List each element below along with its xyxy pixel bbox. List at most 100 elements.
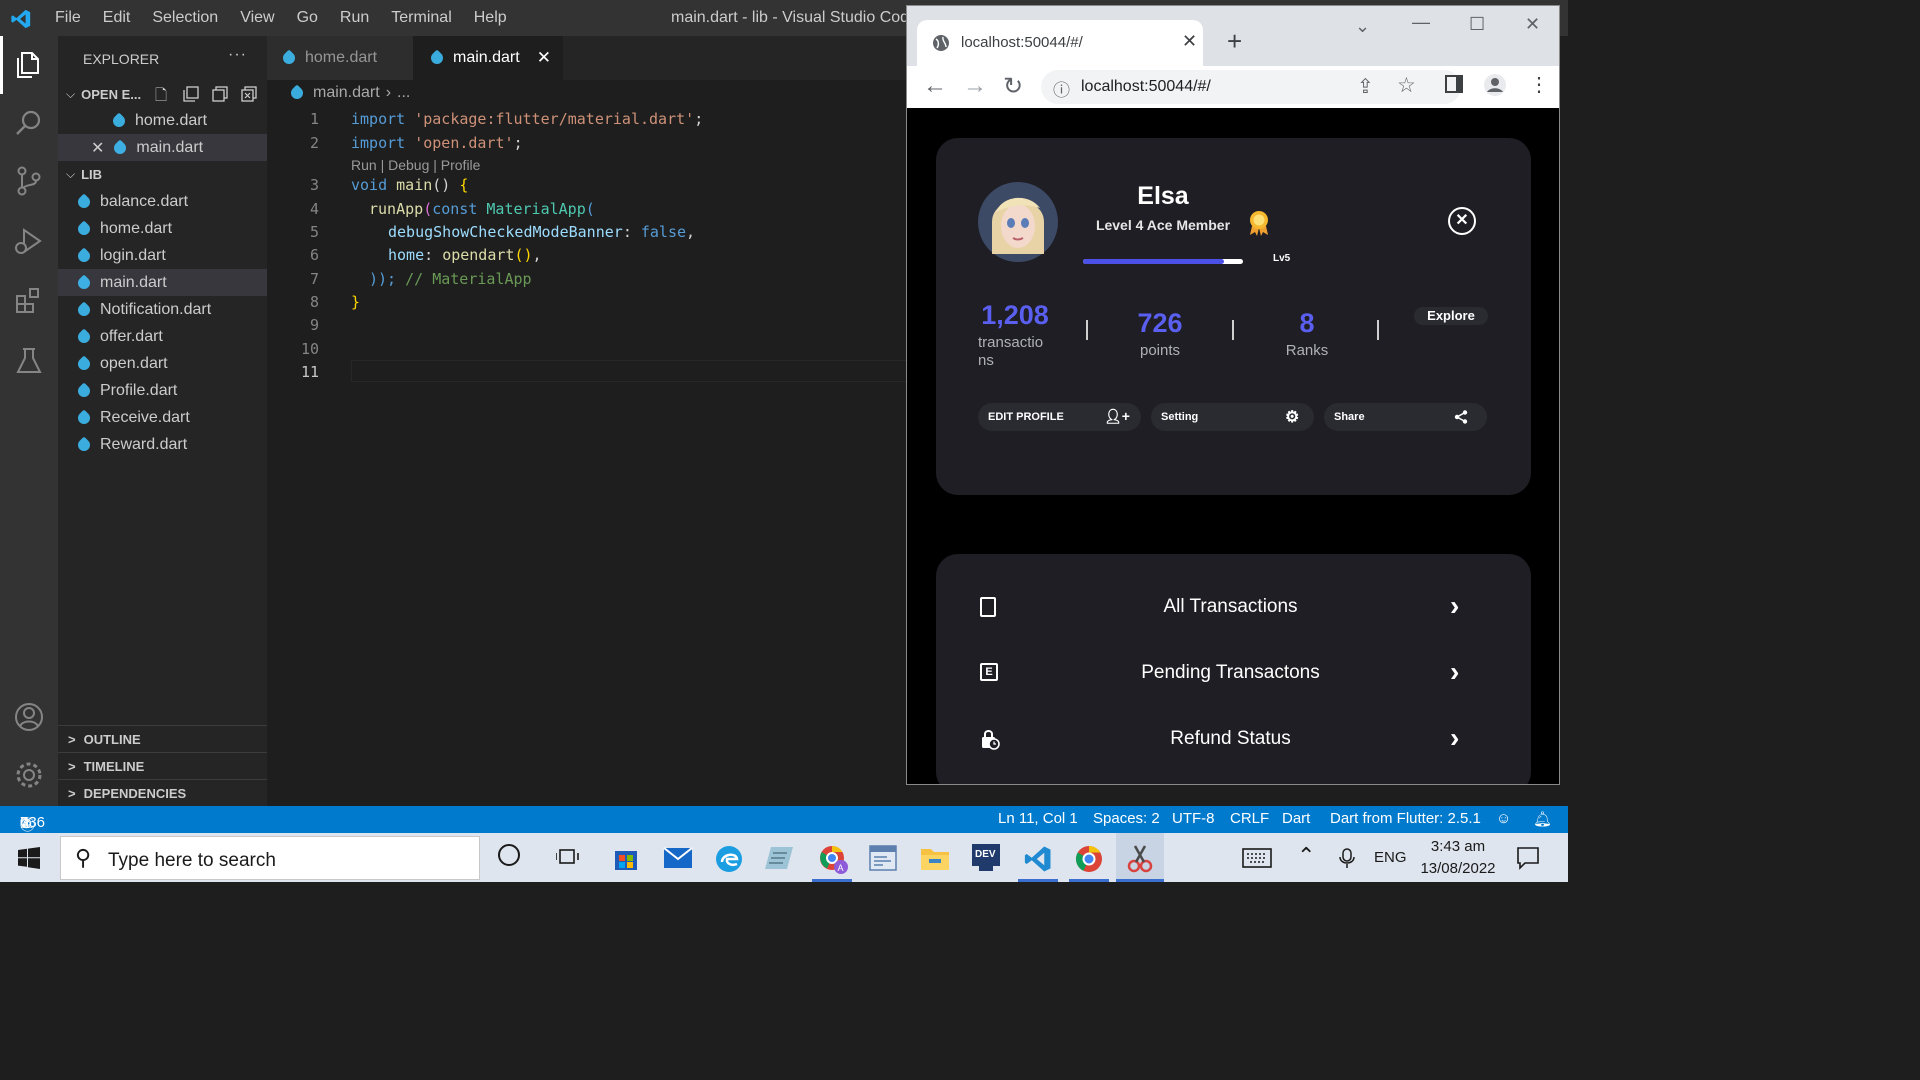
control-panel-icon[interactable] xyxy=(869,845,897,871)
explorer-icon[interactable] xyxy=(12,48,46,82)
menu-file[interactable]: File xyxy=(44,9,92,27)
file-item[interactable]: Profile.dart xyxy=(75,377,258,404)
breadcrumb-file[interactable]: main.dart xyxy=(313,84,380,102)
explore-button[interactable]: Explore xyxy=(1414,307,1488,325)
close-tab-icon[interactable]: ✕ xyxy=(1182,31,1197,52)
profile-avatar-icon[interactable] xyxy=(1483,73,1507,97)
task-view-icon[interactable] xyxy=(556,847,580,867)
file-explorer-folder-icon[interactable] xyxy=(920,845,950,871)
search-icon[interactable] xyxy=(12,106,46,140)
chrome-menu-icon[interactable]: ⋮ xyxy=(1529,72,1549,97)
edge-browser-icon[interactable] xyxy=(714,844,744,874)
dependencies-section[interactable]: > DEPENDENCIES xyxy=(58,779,267,806)
menu-item-pending-transactions[interactable]: E Pending Transactons › xyxy=(936,644,1531,704)
input-language[interactable]: ENG xyxy=(1374,849,1407,866)
menu-terminal[interactable]: Terminal xyxy=(380,9,462,27)
collapse-all-icon[interactable] xyxy=(211,85,229,103)
close-tab-icon[interactable]: ✕ xyxy=(537,48,551,68)
code-editor[interactable]: main.dart › ... 1 2 3 4 5 6 7 8 9 10 11 … xyxy=(267,80,907,806)
flutter-sdk[interactable]: Dart from Flutter: 2.5.1 xyxy=(1330,810,1481,827)
manage-gear-icon[interactable] xyxy=(12,758,46,792)
tab-search-chevron-icon[interactable]: ⌄ xyxy=(1355,16,1370,37)
cortana-icon[interactable] xyxy=(498,844,520,866)
clock-date[interactable]: 13/08/2022 xyxy=(1413,860,1503,877)
save-all-icon[interactable] xyxy=(182,85,200,103)
lib-folder-header[interactable]: ⌵ LIB xyxy=(58,162,267,187)
file-item[interactable]: open.dart xyxy=(75,350,258,377)
menu-go[interactable]: Go xyxy=(286,9,329,27)
breadcrumb-rest[interactable]: ... xyxy=(397,84,410,102)
meet-now-icon[interactable] xyxy=(1338,847,1356,869)
file-item[interactable]: home.dart xyxy=(75,215,258,242)
file-item[interactable]: offer.dart xyxy=(75,323,258,350)
site-info-icon[interactable]: ⓘ xyxy=(1053,76,1070,101)
vscode-taskbar-icon[interactable] xyxy=(1023,844,1053,874)
avatar[interactable] xyxy=(978,182,1058,262)
file-item[interactable]: login.dart xyxy=(75,242,258,269)
file-item[interactable]: Notification.dart xyxy=(75,296,258,323)
menu-selection[interactable]: Selection xyxy=(141,9,229,27)
chrome-icon[interactable] xyxy=(1074,844,1104,874)
open-editor-item[interactable]: home.dart xyxy=(110,107,263,134)
action-center-icon[interactable] xyxy=(1516,846,1540,870)
tab-main-dart[interactable]: main.dart ✕ xyxy=(413,36,563,80)
timeline-section[interactable]: > TIMELINE xyxy=(58,752,267,779)
indentation[interactable]: Spaces: 2 xyxy=(1093,810,1160,827)
forward-arrow-icon[interactable]: → xyxy=(963,72,987,100)
chrome-profile-icon[interactable]: A xyxy=(818,844,848,874)
file-item[interactable]: Receive.dart xyxy=(75,404,258,431)
feedback-icon[interactable]: ☺ xyxy=(1496,810,1511,827)
extensions-icon[interactable] xyxy=(12,284,46,318)
explorer-more-button[interactable]: ··· xyxy=(228,46,247,64)
language-mode[interactable]: Dart xyxy=(1282,810,1310,827)
notepad-icon[interactable] xyxy=(765,845,795,871)
minimize-icon[interactable]: — xyxy=(1412,12,1430,33)
menu-view[interactable]: View xyxy=(229,9,285,27)
setting-button[interactable]: Setting ⚙ xyxy=(1151,403,1314,431)
code-lens[interactable]: Run | Debug | Profile xyxy=(351,157,480,173)
taskbar-search-input[interactable]: ⚲ Type here to search xyxy=(60,836,480,880)
menu-item-refund-status[interactable]: Refund Status › xyxy=(936,710,1531,770)
close-window-icon[interactable]: ✕ xyxy=(1525,14,1540,35)
file-item-active[interactable]: main.dart xyxy=(58,269,267,296)
back-arrow-icon[interactable]: ← xyxy=(923,72,947,100)
accounts-icon[interactable] xyxy=(12,700,46,734)
close-circle-icon[interactable]: ✕ xyxy=(1448,207,1476,235)
source-control-icon[interactable] xyxy=(12,164,46,198)
menu-edit[interactable]: Edit xyxy=(92,9,142,27)
snipping-tool-icon[interactable] xyxy=(1125,843,1155,873)
chevron-up-icon[interactable]: ⌃ xyxy=(1297,843,1315,869)
clock-time[interactable]: 3:43 am xyxy=(1418,838,1498,855)
address-bar[interactable]: ⓘ localhost:50044/#/ ⇪ ☆ xyxy=(1041,70,1461,104)
store-icon[interactable] xyxy=(613,845,639,871)
encoding[interactable]: UTF-8 xyxy=(1172,810,1215,827)
browser-tab[interactable]: localhost:50044/#/ ✕ xyxy=(917,20,1203,66)
testing-icon[interactable] xyxy=(12,344,46,378)
menu-item-all-transactions[interactable]: All Transactions › xyxy=(936,578,1531,638)
maximize-icon[interactable]: ☐ xyxy=(1469,14,1485,35)
close-all-icon[interactable] xyxy=(240,85,258,103)
bookmark-star-icon[interactable]: ☆ xyxy=(1397,73,1416,98)
close-icon[interactable]: ✕ xyxy=(91,138,104,158)
side-panel-icon[interactable] xyxy=(1445,75,1463,93)
file-item[interactable]: balance.dart xyxy=(75,188,258,215)
outline-section[interactable]: > OUTLINE xyxy=(58,725,267,752)
mail-icon[interactable] xyxy=(663,847,693,869)
tab-home-dart[interactable]: home.dart xyxy=(267,36,413,80)
run-debug-icon[interactable] xyxy=(12,224,46,258)
menu-help[interactable]: Help xyxy=(463,9,518,27)
dev-app-icon[interactable]: DEV xyxy=(971,843,1001,873)
edit-profile-button[interactable]: EDIT PROFILE 👤︎+ xyxy=(978,403,1141,431)
file-item[interactable]: Reward.dart xyxy=(75,431,258,458)
reload-icon[interactable]: ↻ xyxy=(1003,72,1023,101)
share-button[interactable]: Share xyxy=(1324,403,1487,431)
new-tab-plus-icon[interactable]: + xyxy=(1227,26,1242,57)
open-editor-item-active[interactable]: ✕ main.dart xyxy=(58,134,267,161)
share-page-icon[interactable]: ⇪ xyxy=(1357,74,1374,99)
keyboard-icon[interactable] xyxy=(1242,848,1272,868)
menu-run[interactable]: Run xyxy=(329,9,380,27)
windows-start-icon[interactable] xyxy=(18,847,40,869)
line-ending[interactable]: CRLF xyxy=(1230,810,1269,827)
cursor-position[interactable]: Ln 11, Col 1 xyxy=(998,810,1078,827)
notifications-bell-icon[interactable]: 🔔︎ xyxy=(1533,810,1552,828)
